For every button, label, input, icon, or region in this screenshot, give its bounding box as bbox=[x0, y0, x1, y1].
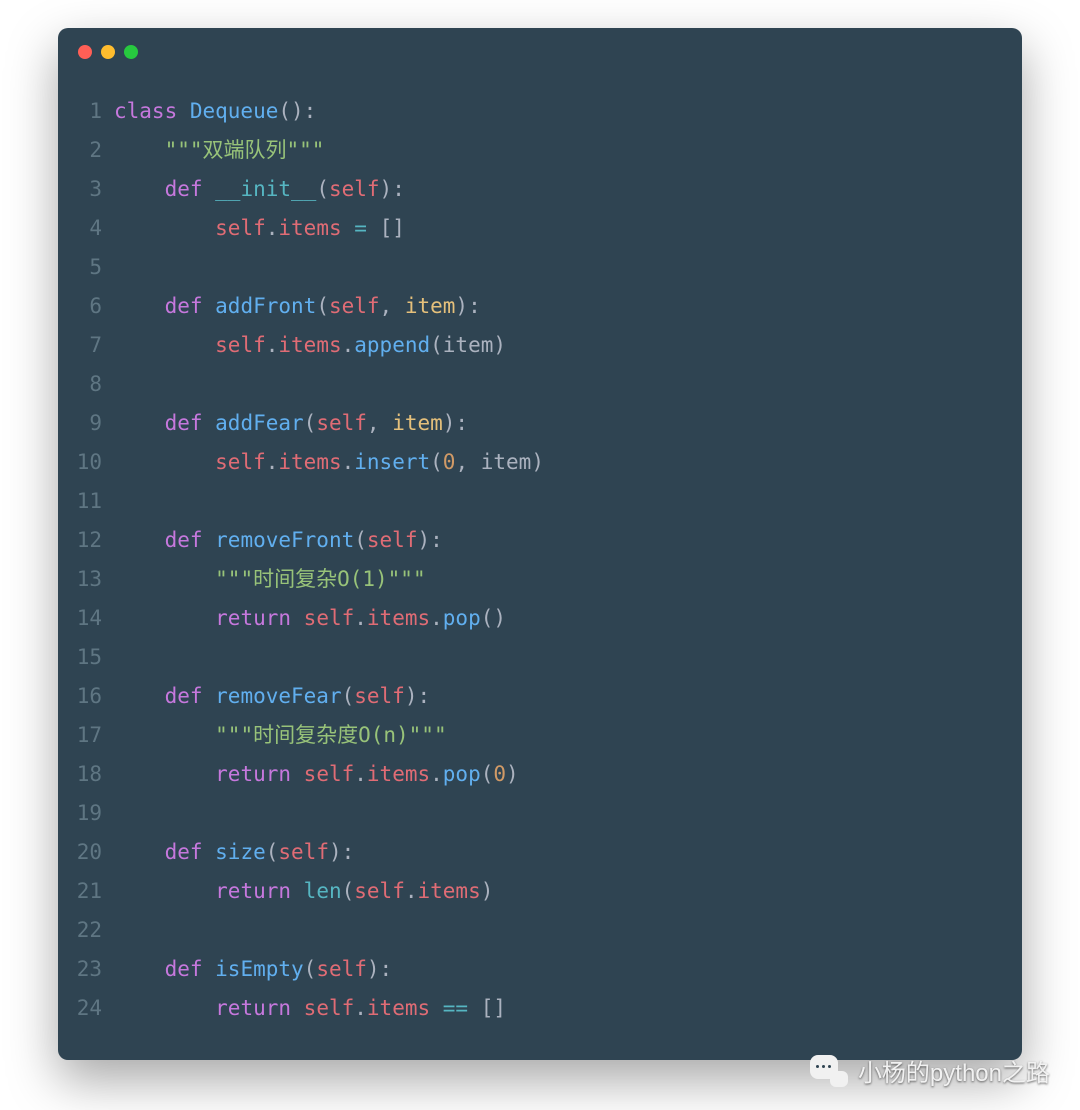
line-content: """时间复杂O(1)""" bbox=[114, 560, 426, 599]
code-line: 19 bbox=[58, 794, 1022, 833]
code-line: 18 return self.items.pop(0) bbox=[58, 755, 1022, 794]
code-line: 17 """时间复杂度O(n)""" bbox=[58, 716, 1022, 755]
watermark: 小杨的python之路 bbox=[810, 1053, 1050, 1088]
line-number: 7 bbox=[58, 326, 114, 365]
line-number: 9 bbox=[58, 404, 114, 443]
code-window: 1class Dequeue():2 """双端队列"""3 def __ini… bbox=[58, 28, 1022, 1060]
wechat-icon bbox=[810, 1055, 848, 1087]
line-content: self.items.append(item) bbox=[114, 326, 506, 365]
line-number: 22 bbox=[58, 911, 114, 950]
line-number: 6 bbox=[58, 287, 114, 326]
code-line: 2 """双端队列""" bbox=[58, 131, 1022, 170]
line-content: def removeFront(self): bbox=[114, 521, 443, 560]
line-number: 13 bbox=[58, 560, 114, 599]
code-line: 4 self.items = [] bbox=[58, 209, 1022, 248]
code-line: 12 def removeFront(self): bbox=[58, 521, 1022, 560]
line-content: """双端队列""" bbox=[114, 131, 324, 170]
line-content: return self.items == [] bbox=[114, 989, 506, 1028]
line-number: 23 bbox=[58, 950, 114, 989]
line-content: def isEmpty(self): bbox=[114, 950, 392, 989]
line-number: 2 bbox=[58, 131, 114, 170]
line-number: 5 bbox=[58, 248, 114, 287]
code-block: 1class Dequeue():2 """双端队列"""3 def __ini… bbox=[58, 76, 1022, 1048]
line-number: 15 bbox=[58, 638, 114, 677]
line-content: class Dequeue(): bbox=[114, 92, 316, 131]
line-content: def addFear(self, item): bbox=[114, 404, 468, 443]
line-number: 11 bbox=[58, 482, 114, 521]
code-line: 23 def isEmpty(self): bbox=[58, 950, 1022, 989]
line-number: 16 bbox=[58, 677, 114, 716]
code-line: 13 """时间复杂O(1)""" bbox=[58, 560, 1022, 599]
code-line: 20 def size(self): bbox=[58, 833, 1022, 872]
line-content: def addFront(self, item): bbox=[114, 287, 481, 326]
line-number: 17 bbox=[58, 716, 114, 755]
code-line: 8 bbox=[58, 365, 1022, 404]
line-number: 18 bbox=[58, 755, 114, 794]
watermark-text: 小杨的python之路 bbox=[858, 1053, 1050, 1088]
line-number: 4 bbox=[58, 209, 114, 248]
code-line: 7 self.items.append(item) bbox=[58, 326, 1022, 365]
code-line: 14 return self.items.pop() bbox=[58, 599, 1022, 638]
code-line: 6 def addFront(self, item): bbox=[58, 287, 1022, 326]
line-content: return self.items.pop(0) bbox=[114, 755, 519, 794]
line-number: 3 bbox=[58, 170, 114, 209]
code-line: 21 return len(self.items) bbox=[58, 872, 1022, 911]
line-content: return len(self.items) bbox=[114, 872, 493, 911]
line-content: self.items.insert(0, item) bbox=[114, 443, 544, 482]
code-line: 10 self.items.insert(0, item) bbox=[58, 443, 1022, 482]
close-icon[interactable] bbox=[78, 45, 92, 59]
window-titlebar bbox=[58, 28, 1022, 76]
code-line: 5 bbox=[58, 248, 1022, 287]
code-line: 1class Dequeue(): bbox=[58, 92, 1022, 131]
line-number: 10 bbox=[58, 443, 114, 482]
code-line: 9 def addFear(self, item): bbox=[58, 404, 1022, 443]
line-number: 21 bbox=[58, 872, 114, 911]
line-content: """时间复杂度O(n)""" bbox=[114, 716, 447, 755]
code-line: 11 bbox=[58, 482, 1022, 521]
minimize-icon[interactable] bbox=[101, 45, 115, 59]
line-content: def removeFear(self): bbox=[114, 677, 430, 716]
code-line: 16 def removeFear(self): bbox=[58, 677, 1022, 716]
line-number: 1 bbox=[58, 92, 114, 131]
code-line: 22 bbox=[58, 911, 1022, 950]
line-content: def __init__(self): bbox=[114, 170, 405, 209]
line-number: 24 bbox=[58, 989, 114, 1028]
line-content: return self.items.pop() bbox=[114, 599, 506, 638]
maximize-icon[interactable] bbox=[124, 45, 138, 59]
line-content: def size(self): bbox=[114, 833, 354, 872]
line-content: self.items = [] bbox=[114, 209, 405, 248]
line-number: 20 bbox=[58, 833, 114, 872]
line-number: 8 bbox=[58, 365, 114, 404]
line-number: 14 bbox=[58, 599, 114, 638]
code-line: 15 bbox=[58, 638, 1022, 677]
code-line: 3 def __init__(self): bbox=[58, 170, 1022, 209]
line-number: 12 bbox=[58, 521, 114, 560]
code-line: 24 return self.items == [] bbox=[58, 989, 1022, 1028]
line-number: 19 bbox=[58, 794, 114, 833]
